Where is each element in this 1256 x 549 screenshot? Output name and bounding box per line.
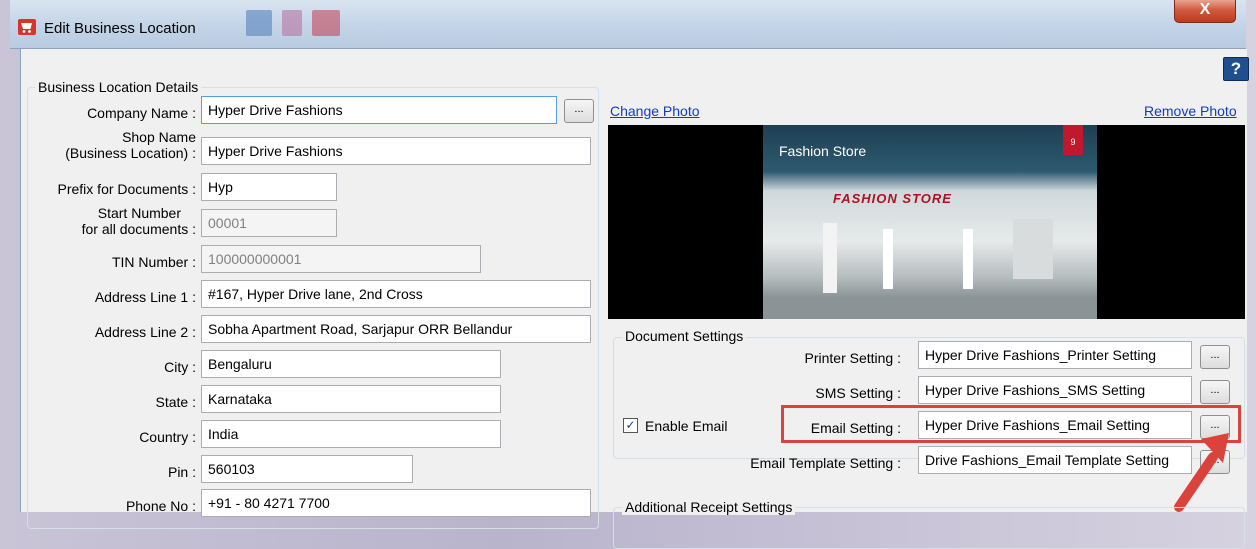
start-number-label-line1: Start Number — [97, 205, 181, 221]
printer-setting-label: Printer Setting : — [804, 350, 902, 366]
address-line2-label: Address Line 2 : — [94, 324, 196, 340]
enable-email-checkbox[interactable]: ✓ — [623, 418, 638, 433]
store-image: Fashion Store 9 FASHION STORE — [763, 125, 1097, 319]
remove-photo-link[interactable]: Remove Photo — [1144, 103, 1237, 119]
email-setting-input[interactable]: Hyper Drive Fashions_Email Setting — [918, 411, 1192, 439]
state-input[interactable]: Karnataka — [201, 385, 501, 413]
enable-email-label: Enable Email — [645, 418, 728, 434]
help-button[interactable]: ? — [1223, 57, 1249, 81]
tin-number-input[interactable]: 100000000001 — [201, 245, 481, 273]
document-settings-legend: Document Settings — [622, 328, 747, 344]
country-input[interactable]: India — [201, 420, 501, 448]
red-arrow-annotation — [1174, 433, 1229, 512]
shopping-cart-icon — [18, 19, 36, 35]
close-button[interactable]: X — [1174, 0, 1236, 23]
company-browse-button[interactable]: ... — [564, 99, 594, 123]
email-template-setting-label: Email Template Setting : — [750, 455, 901, 471]
printer-setting-input[interactable]: Hyper Drive Fashions_Printer Setting — [918, 341, 1192, 369]
blurred-taskbar-icon — [246, 10, 272, 36]
address-line1-input[interactable]: #167, Hyper Drive lane, 2nd Cross — [201, 280, 591, 308]
pin-input[interactable]: 560103 — [201, 455, 413, 483]
prefix-label: Prefix for Documents : — [57, 181, 197, 197]
change-photo-link[interactable]: Change Photo — [610, 103, 700, 119]
store-sign: FASHION STORE — [833, 191, 952, 206]
business-photo: Fashion Store 9 FASHION STORE — [608, 125, 1245, 319]
sms-setting-label: SMS Setting : — [815, 385, 901, 401]
window-title: Edit Business Location — [44, 20, 196, 37]
phone-input[interactable]: +91 - 80 4271 7700 — [201, 489, 591, 517]
address-line2-input[interactable]: Sobha Apartment Road, Sarjapur ORR Bella… — [201, 315, 591, 343]
printer-setting-browse-button[interactable]: ... — [1200, 345, 1230, 369]
dialog-body: ? Business Location Details Company Name… — [20, 49, 1249, 549]
start-number-input[interactable]: 00001 — [201, 209, 337, 237]
tin-number-label: TIN Number : — [111, 254, 196, 270]
country-label: Country : — [139, 429, 196, 445]
additional-receipt-settings-legend: Additional Receipt Settings — [622, 499, 796, 515]
sms-setting-browse-button[interactable]: ... — [1200, 380, 1230, 404]
blurred-taskbar-icon — [282, 10, 302, 36]
prefix-input[interactable]: Hyp — [201, 173, 337, 201]
pin-label: Pin : — [167, 464, 196, 480]
sms-setting-input[interactable]: Hyper Drive Fashions_SMS Setting — [918, 376, 1192, 404]
edit-business-location-window: Edit Business Location X ? Business Loca… — [10, 0, 1256, 549]
email-setting-label: Email Setting : — [810, 420, 901, 436]
business-location-details-legend: Business Location Details — [35, 79, 202, 95]
city-input[interactable]: Bengaluru — [201, 350, 501, 378]
store-interior-illustration — [763, 219, 1097, 319]
city-label: City : — [164, 359, 196, 375]
shop-name-label-line1: Shop Name — [122, 129, 196, 145]
store-tag: 9 — [1063, 125, 1083, 155]
start-number-label-line2: for all documents : — [81, 221, 196, 237]
company-name-label: Company Name : — [87, 105, 196, 121]
company-name-input[interactable]: Hyper Drive Fashions — [201, 96, 557, 124]
store-caption: Fashion Store — [779, 143, 867, 159]
email-template-setting-input[interactable]: Drive Fashions_Email Template Setting — [918, 446, 1192, 474]
address-line1-label: Address Line 1 : — [94, 289, 196, 305]
blurred-taskbar-icon — [312, 10, 340, 36]
state-label: State : — [155, 394, 196, 410]
title-bar[interactable]: Edit Business Location X — [10, 0, 1246, 49]
shop-name-label-line2: (Business Location) : — [65, 145, 196, 161]
shop-name-input[interactable]: Hyper Drive Fashions — [201, 137, 591, 165]
